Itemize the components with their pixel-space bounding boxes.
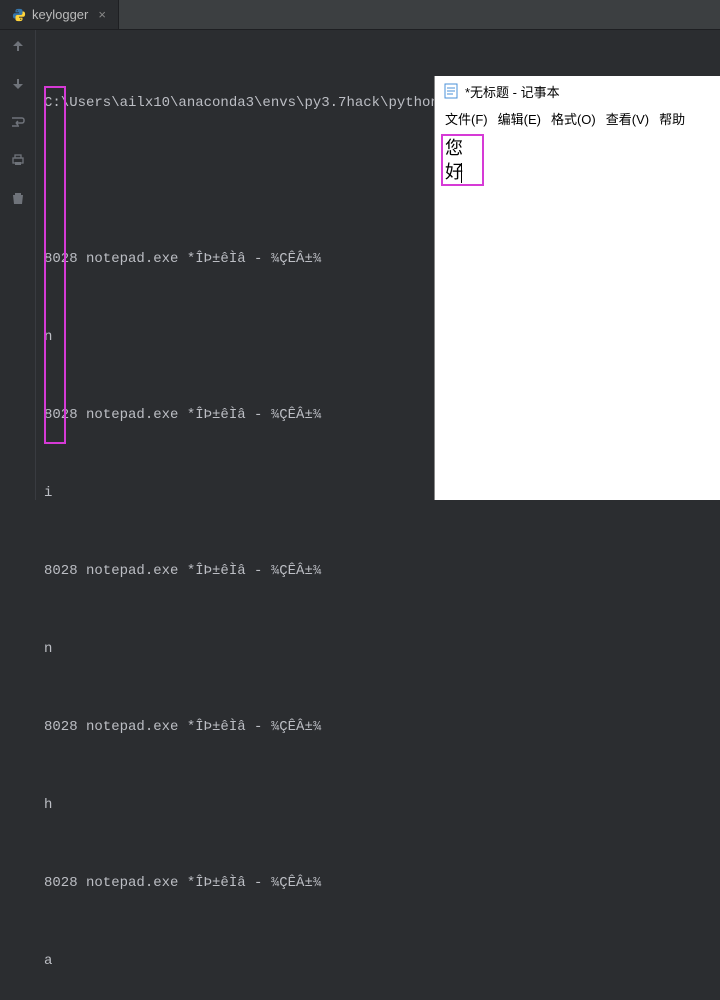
menu-view[interactable]: 查看(V)	[602, 109, 653, 128]
console-line: 8028 notepad.exe *ÎÞ±êÌâ - ¾ÇÊÂ±¾	[44, 558, 720, 584]
python-icon	[12, 8, 26, 22]
console-line: 8028 notepad.exe *ÎÞ±êÌâ - ¾ÇÊÂ±¾	[44, 714, 720, 740]
notepad-titlebar: *无标题 - 记事本	[435, 76, 720, 106]
trash-icon[interactable]	[10, 190, 26, 206]
menu-edit[interactable]: 编辑(E)	[494, 109, 545, 128]
tab-label: keylogger	[32, 7, 88, 22]
console-line: n	[44, 636, 720, 662]
tab-keylogger[interactable]: keylogger ×	[0, 0, 119, 29]
menu-file[interactable]: 文件(F)	[441, 109, 492, 128]
menu-help[interactable]: 帮助	[655, 109, 689, 128]
arrow-up-icon[interactable]	[10, 38, 26, 54]
notepad-menubar: 文件(F) 编辑(E) 格式(O) 查看(V) 帮助	[435, 106, 720, 130]
notepad-window: *无标题 - 记事本 文件(F) 编辑(E) 格式(O) 查看(V) 帮助 您好	[434, 76, 720, 500]
arrow-down-icon[interactable]	[10, 76, 26, 92]
console-line: h	[44, 792, 720, 818]
print-icon[interactable]	[10, 152, 26, 168]
notepad-icon	[443, 83, 459, 99]
console-line: a	[44, 948, 720, 974]
wrap-icon[interactable]	[10, 114, 26, 130]
console-gutter	[0, 30, 36, 500]
close-icon[interactable]: ×	[98, 7, 106, 22]
text-caret	[461, 163, 462, 183]
tab-bar: keylogger ×	[0, 0, 720, 30]
notepad-editor[interactable]: 您好	[435, 130, 720, 190]
notepad-title-text: *无标题 - 记事本	[465, 82, 560, 101]
console-line: 8028 notepad.exe *ÎÞ±êÌâ - ¾ÇÊÂ±¾	[44, 870, 720, 896]
highlight-box-text: 您好	[441, 134, 484, 186]
menu-format[interactable]: 格式(O)	[547, 109, 600, 128]
